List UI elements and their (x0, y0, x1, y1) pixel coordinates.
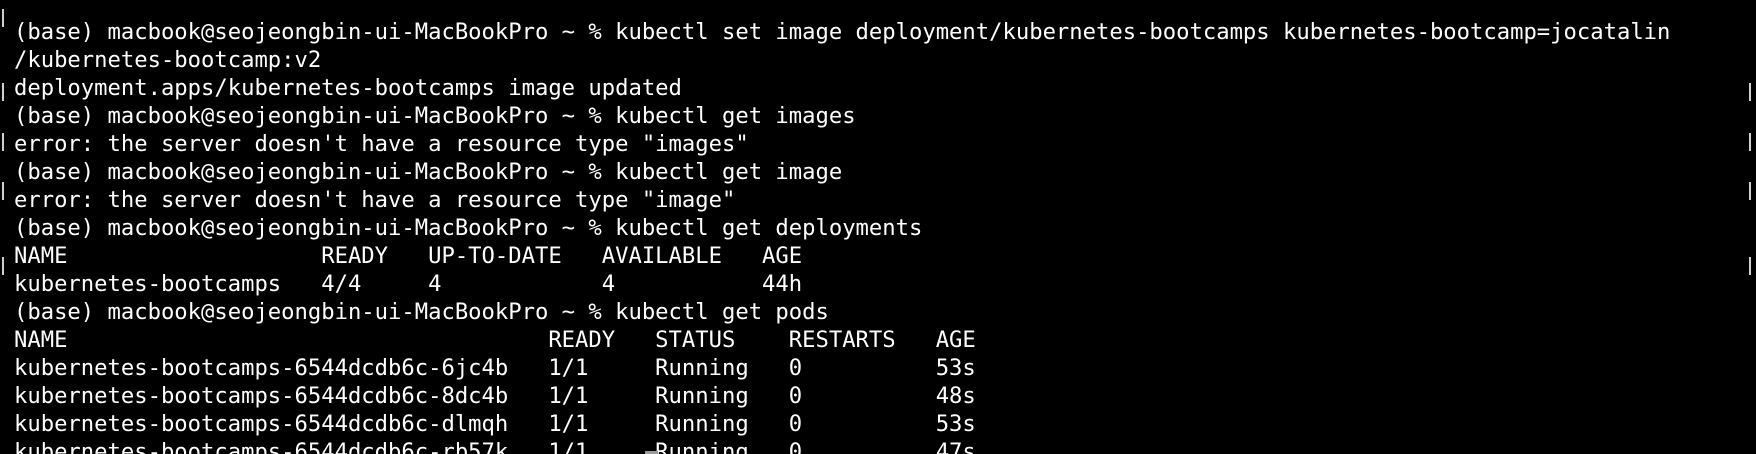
command-prompt-line: (base) macbook@seojeongbin-ui-MacBookPro… (14, 103, 856, 129)
error-output-line: error: the server doesn't have a resourc… (14, 131, 749, 157)
command-prompt-line: (base) macbook@seojeongbin-ui-MacBookPro… (14, 215, 923, 241)
line-mark-right (1749, 83, 1751, 101)
line-mark-left (2, 257, 4, 275)
deployments-table-row: kubernetes-bootcamps 4/4 4 4 44h (14, 271, 803, 297)
pods-table-row: kubernetes-bootcamps-6544dcdb6c-dlmqh 1/… (14, 411, 976, 437)
pods-table-header: NAME READY STATUS RESTARTS AGE (14, 327, 976, 353)
terminal-window[interactable]: (base) macbook@seojeongbin-ui-MacBookPro… (0, 0, 1756, 454)
command-prompt-line: (base) macbook@seojeongbin-ui-MacBookPro… (14, 159, 843, 185)
command-output-line: deployment.apps/kubernetes-bootcamps ima… (14, 75, 682, 101)
line-mark-left (2, 83, 4, 101)
line-mark-left (2, 9, 4, 27)
terminal-line-partial (14, 0, 1670, 18)
command-prompt-line: (base) macbook@seojeongbin-ui-MacBookPro… (14, 299, 829, 325)
line-mark-left (2, 182, 4, 200)
command-output-line: /kubernetes-bootcamp:v2 (14, 47, 322, 73)
line-mark-left (2, 133, 4, 151)
pods-table-row: kubernetes-bootcamps-6544dcdb6c-6jc4b 1/… (14, 355, 976, 381)
pods-table-row: kubernetes-bootcamps-6544dcdb6c-8dc4b 1/… (14, 383, 976, 409)
error-output-line: error: the server doesn't have a resourc… (14, 187, 736, 213)
command-prompt-line: (base) macbook@seojeongbin-ui-MacBookPro… (14, 19, 1671, 45)
line-mark-right (1749, 182, 1751, 200)
terminal-output[interactable]: (base) macbook@seojeongbin-ui-MacBookPro… (14, 0, 1670, 454)
pods-table-row: kubernetes-bootcamps-6544dcdb6c-rb57k 1/… (14, 439, 976, 454)
deployments-table-header: NAME READY UP-TO-DATE AVAILABLE AGE (14, 243, 803, 269)
line-mark-right (1749, 133, 1751, 151)
line-mark-right (1749, 257, 1751, 275)
